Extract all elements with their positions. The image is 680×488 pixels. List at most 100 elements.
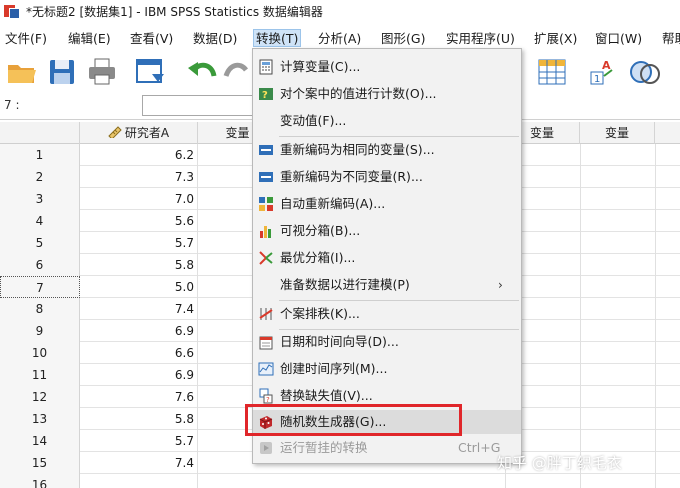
cell-value[interactable]: 5.8 xyxy=(80,254,198,276)
ruler-icon xyxy=(108,126,122,140)
menu-item-label: 最优分箱(I)... xyxy=(280,250,356,265)
menu-help[interactable]: 帮助 xyxy=(660,30,680,48)
cell-reference: 7 : xyxy=(4,98,20,112)
automatic-recode-icon xyxy=(259,197,273,211)
optimal-binning-icon xyxy=(259,251,273,265)
menu-item-label: 准备数据以进行建模(P) xyxy=(280,277,410,292)
cell-value[interactable]: 5.0 xyxy=(80,276,198,298)
row-number[interactable]: 11 xyxy=(0,364,80,386)
grid-icon[interactable] xyxy=(536,56,568,88)
menu-item-run-pending-transforms: 运行暂挂的转换 Ctrl+G xyxy=(253,436,521,460)
menu-data[interactable]: 数据(D) xyxy=(191,30,239,48)
row-number[interactable]: 1 xyxy=(0,144,80,166)
menu-window[interactable]: 窗口(W) xyxy=(593,30,644,48)
cell-value[interactable]: 5.7 xyxy=(80,232,198,254)
row-number[interactable]: 6 xyxy=(0,254,80,276)
row-number[interactable]: 12 xyxy=(0,386,80,408)
row-number[interactable]: 14 xyxy=(0,430,80,452)
row-number[interactable]: 4 xyxy=(0,210,80,232)
count-values-icon: ? xyxy=(259,88,273,101)
menu-item-date-time-wizard[interactable]: 日期和时间向导(D)... xyxy=(253,330,521,354)
corner-cell[interactable] xyxy=(0,122,80,144)
row-number[interactable]: 7 xyxy=(0,276,80,298)
menu-separator xyxy=(279,136,519,137)
column-header-var[interactable]: 变量 xyxy=(580,122,655,144)
undo-icon[interactable] xyxy=(186,56,218,88)
window-title: *无标题2 [数据集1] - IBM SPSS Statistics 数据编辑器 xyxy=(26,4,323,19)
title-bar: *无标题2 [数据集1] - IBM SPSS Statistics 数据编辑器 xyxy=(0,0,680,22)
cell-value[interactable]: 6.9 xyxy=(80,320,198,342)
svg-text:1: 1 xyxy=(594,74,600,85)
row-number[interactable]: 13 xyxy=(0,408,80,430)
grid-line xyxy=(580,144,581,488)
spss-app-icon xyxy=(4,3,20,19)
menu-utilities[interactable]: 实用程序(U) xyxy=(444,30,517,48)
cell-value[interactable]: 7.3 xyxy=(80,166,198,188)
row-number[interactable]: 16 xyxy=(0,474,80,488)
cell-value-input[interactable] xyxy=(142,95,254,116)
svg-text:?: ? xyxy=(262,90,268,101)
submenu-arrow-icon: › xyxy=(498,278,503,292)
cell-value[interactable]: 6.9 xyxy=(80,364,198,386)
row-number[interactable]: 10 xyxy=(0,342,80,364)
cell-value[interactable]: 7.4 xyxy=(80,452,198,474)
row-number[interactable]: 5 xyxy=(0,232,80,254)
menu-item-count-values[interactable]: ? 对个案中的值进行计数(O)... xyxy=(253,82,521,106)
menu-item-recode-same[interactable]: 重新编码为相同的变量(S)... xyxy=(253,138,521,162)
menu-item-compute-variable[interactable]: 计算变量(C)... xyxy=(253,55,521,79)
svg-text:A: A xyxy=(602,59,611,72)
menu-view[interactable]: 查看(V) xyxy=(128,30,175,48)
menu-graphs[interactable]: 图形(G) xyxy=(379,30,427,48)
redo-icon[interactable] xyxy=(222,56,254,88)
menu-item-label: 变动值(F)... xyxy=(280,113,347,128)
cell-value[interactable]: 5.8 xyxy=(80,408,198,430)
menu-item-create-time-series[interactable]: 创建时间序列(M)... xyxy=(253,357,521,381)
menu-item-visual-binning[interactable]: 可视分箱(B)... xyxy=(253,219,521,243)
menu-item-label: 重新编码为相同的变量(S)... xyxy=(280,142,435,157)
menu-item-label: 自动重新编码(A)... xyxy=(280,196,386,211)
menu-transform[interactable]: 转换(T) xyxy=(253,29,302,47)
menu-item-label: 对个案中的值进行计数(O)... xyxy=(280,86,437,101)
cell-value[interactable] xyxy=(80,474,198,488)
menu-analyze[interactable]: 分析(A) xyxy=(316,30,363,48)
cell-value[interactable]: 6.6 xyxy=(80,342,198,364)
cell-value[interactable]: 6.2 xyxy=(80,144,198,166)
cell-value[interactable]: 7.6 xyxy=(80,386,198,408)
menu-edit[interactable]: 编辑(E) xyxy=(66,30,113,48)
open-folder-icon[interactable] xyxy=(6,56,38,88)
dialog-recall-icon[interactable] xyxy=(134,56,166,88)
cell-value[interactable]: 5.6 xyxy=(80,210,198,232)
menu-item-label: 个案排秩(K)... xyxy=(280,306,360,321)
replace-missing-icon: ? xyxy=(259,388,273,404)
menu-item-label: 重新编码为不同变量(R)... xyxy=(280,169,423,184)
column-header-label: 研究者A xyxy=(124,126,170,140)
menu-item-recode-different[interactable]: 重新编码为不同变量(R)... xyxy=(253,165,521,189)
date-time-icon xyxy=(259,336,273,350)
row-number[interactable]: 8 xyxy=(0,298,80,320)
venn-icon[interactable] xyxy=(628,56,660,88)
menu-item-prepare-data-modeling[interactable]: 准备数据以进行建模(P) › xyxy=(253,273,521,297)
menu-item-rank-cases[interactable]: 个案排秩(K)... xyxy=(253,302,521,326)
menu-item-optimal-binning[interactable]: 最优分箱(I)... xyxy=(253,246,521,270)
save-icon[interactable] xyxy=(46,56,78,88)
menu-item-automatic-recode[interactable]: 自动重新编码(A)... xyxy=(253,192,521,216)
row-number[interactable]: 9 xyxy=(0,320,80,342)
rank-cases-icon xyxy=(259,308,273,320)
row-number[interactable]: 3 xyxy=(0,188,80,210)
menu-item-label: 计算变量(C)... xyxy=(280,59,361,74)
cell-value[interactable]: 7.4 xyxy=(80,298,198,320)
row-number[interactable]: 15 xyxy=(0,452,80,474)
menu-file[interactable]: 文件(F) xyxy=(3,30,49,48)
print-icon[interactable] xyxy=(86,56,118,88)
menu-item-shift-values[interactable]: 变动值(F)... xyxy=(253,109,521,133)
column-header-researcher-a[interactable]: 研究者A xyxy=(80,122,198,144)
cell-value[interactable]: 5.7 xyxy=(80,430,198,452)
menu-extensions[interactable]: 扩展(X) xyxy=(532,30,579,48)
menu-bar: 文件(F) 编辑(E) 查看(V) 数据(D) 转换(T) 分析(A) 图形(G… xyxy=(0,27,680,49)
value-labels-icon[interactable]: A1 xyxy=(588,56,620,88)
row-number[interactable]: 2 xyxy=(0,166,80,188)
column-header-var-partial[interactable] xyxy=(655,122,680,144)
highlight-annotation-box xyxy=(245,404,462,436)
time-series-icon xyxy=(258,362,274,376)
cell-value[interactable]: 7.0 xyxy=(80,188,198,210)
